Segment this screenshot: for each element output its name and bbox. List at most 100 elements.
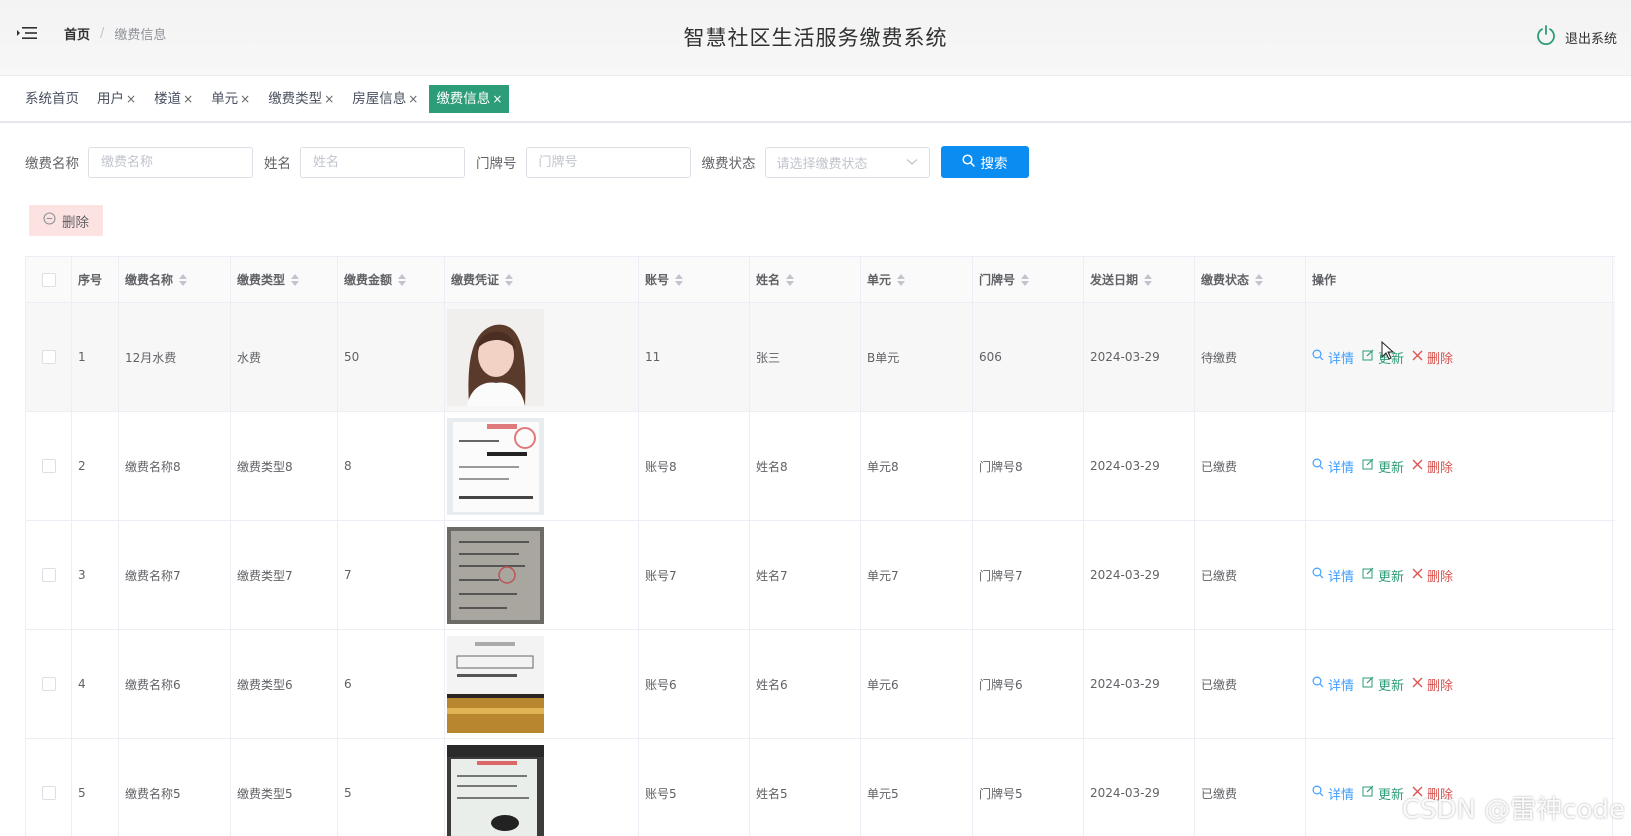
name-input[interactable] <box>300 146 465 178</box>
row-checkbox[interactable] <box>41 459 56 473</box>
close-icon[interactable]: × <box>126 92 136 106</box>
logout-button[interactable]: 退出系统 <box>1535 24 1617 50</box>
row-checkbox[interactable] <box>41 568 56 582</box>
close-icon <box>1412 459 1423 474</box>
search-button[interactable]: 搜索 <box>940 146 1029 178</box>
column-header-unit[interactable]: 单元 <box>861 257 973 302</box>
row-actions: 详情 更新 删除 <box>1312 457 1453 476</box>
tab-corridor[interactable]: 楼道 × <box>147 85 200 113</box>
cell-fee-type: 缴费类型5 <box>231 739 338 836</box>
cell-value: 门牌号7 <box>979 568 1023 583</box>
cell-value: 姓名6 <box>756 677 788 692</box>
voucher-image[interactable] <box>447 417 544 515</box>
select-all-checkbox[interactable] <box>41 272 56 287</box>
detail-button[interactable]: 详情 <box>1312 784 1354 803</box>
close-icon <box>1412 568 1423 583</box>
sort-icon[interactable] <box>897 273 906 286</box>
cell-name: 姓名8 <box>750 412 861 520</box>
cell-account: 账号8 <box>639 412 750 520</box>
delete-button[interactable]: 删除 <box>1412 566 1453 585</box>
sort-icon[interactable] <box>786 273 795 286</box>
update-button[interactable]: 更新 <box>1362 675 1404 694</box>
delete-label: 删除 <box>1427 678 1454 694</box>
update-label: 更新 <box>1378 787 1405 803</box>
cell-value: 3 <box>78 568 86 582</box>
detail-button[interactable]: 详情 <box>1312 348 1354 367</box>
column-header-date[interactable]: 发送日期 <box>1084 257 1195 302</box>
update-button[interactable]: 更新 <box>1362 784 1404 803</box>
row-checkbox[interactable] <box>41 786 56 800</box>
tab-users[interactable]: 用户 × <box>90 85 143 113</box>
detail-button[interactable]: 详情 <box>1312 675 1354 694</box>
edit-icon <box>1362 676 1374 692</box>
column-header-status[interactable]: 缴费状态 <box>1195 257 1306 302</box>
delete-button[interactable]: 删除 <box>1412 348 1453 367</box>
cell-amount: 50 <box>338 303 445 411</box>
sort-icon[interactable] <box>505 273 514 286</box>
delete-button[interactable]: 删除 <box>1412 675 1453 694</box>
search-button-label: 搜索 <box>980 156 1008 172</box>
table-row: 5 缴费名称5 缴费类型5 5 账号5 姓名5 单元5 门牌号5 2024-03… <box>26 739 1615 836</box>
row-select-cell <box>26 412 72 520</box>
cell-value: 2024-03-29 <box>1090 786 1160 800</box>
sort-icon[interactable] <box>1144 273 1153 286</box>
sort-icon[interactable] <box>1021 273 1030 286</box>
tab-fee-info[interactable]: 缴费信息 × <box>429 85 510 113</box>
sort-icon[interactable] <box>1255 273 1264 286</box>
tab-fee-type[interactable]: 缴费类型 × <box>261 85 341 113</box>
delete-label: 删除 <box>1427 460 1454 476</box>
cell-value: 账号5 <box>645 786 677 801</box>
close-icon[interactable]: × <box>183 92 193 106</box>
edit-icon <box>1362 458 1374 474</box>
update-button[interactable]: 更新 <box>1362 457 1404 476</box>
column-header-account[interactable]: 账号 <box>639 257 750 302</box>
cell-name: 姓名7 <box>750 521 861 629</box>
sort-icon[interactable] <box>179 273 188 286</box>
table-row: 3 缴费名称7 缴费类型7 7 账号7 姓名7 单元7 门牌号7 2024-03… <box>26 521 1615 630</box>
detail-button[interactable]: 详情 <box>1312 457 1354 476</box>
cell-date: 2024-03-29 <box>1084 303 1195 411</box>
fee-name-input[interactable] <box>88 146 253 178</box>
column-header-fee-name[interactable]: 缴费名称 <box>119 257 231 302</box>
cell-voucher <box>445 303 639 411</box>
column-header-door[interactable]: 门牌号 <box>973 257 1084 302</box>
voucher-image[interactable] <box>447 744 544 836</box>
column-header-label: 缴费凭证 <box>451 273 500 287</box>
close-icon[interactable]: × <box>408 92 418 106</box>
cell-date: 2024-03-29 <box>1084 521 1195 629</box>
voucher-image[interactable] <box>447 526 544 624</box>
tab-home[interactable]: 系统首页 <box>18 85 86 113</box>
cell-value: 单元8 <box>867 459 899 474</box>
cell-value: 缴费名称6 <box>125 677 181 692</box>
row-checkbox[interactable] <box>41 677 56 691</box>
sort-icon[interactable] <box>675 273 684 286</box>
update-button[interactable]: 更新 <box>1362 566 1404 585</box>
tab-unit[interactable]: 单元 × <box>204 85 257 113</box>
cell-value: 缴费名称5 <box>125 786 181 801</box>
column-header-voucher[interactable]: 缴费凭证 <box>445 257 639 302</box>
row-checkbox[interactable] <box>41 350 56 364</box>
voucher-image[interactable] <box>447 635 544 733</box>
batch-delete-button[interactable]: 删除 <box>29 205 103 236</box>
edit-icon <box>1362 785 1374 801</box>
status-select[interactable]: 请选择缴费状态 <box>764 146 930 178</box>
close-icon[interactable]: × <box>324 92 334 106</box>
update-label: 更新 <box>1378 678 1405 694</box>
delete-button[interactable]: 删除 <box>1412 457 1453 476</box>
close-icon[interactable]: × <box>492 92 502 106</box>
sort-icon[interactable] <box>291 273 300 286</box>
detail-button[interactable]: 详情 <box>1312 566 1354 585</box>
status-text: 已缴费 <box>1201 677 1238 692</box>
cell-name: 张三 <box>750 303 861 411</box>
close-icon[interactable]: × <box>240 92 250 106</box>
voucher-image[interactable] <box>447 308 544 406</box>
sort-icon[interactable] <box>398 273 407 286</box>
menu-toggle-icon[interactable] <box>16 24 38 44</box>
column-header-amount[interactable]: 缴费金额 <box>338 257 445 302</box>
column-header-name[interactable]: 姓名 <box>750 257 861 302</box>
door-input[interactable] <box>525 146 691 178</box>
edit-icon <box>1362 567 1374 583</box>
column-header-fee-type[interactable]: 缴费类型 <box>231 257 338 302</box>
breadcrumb-home[interactable]: 首页 <box>64 24 90 43</box>
tab-house-info[interactable]: 房屋信息 × <box>345 85 425 113</box>
